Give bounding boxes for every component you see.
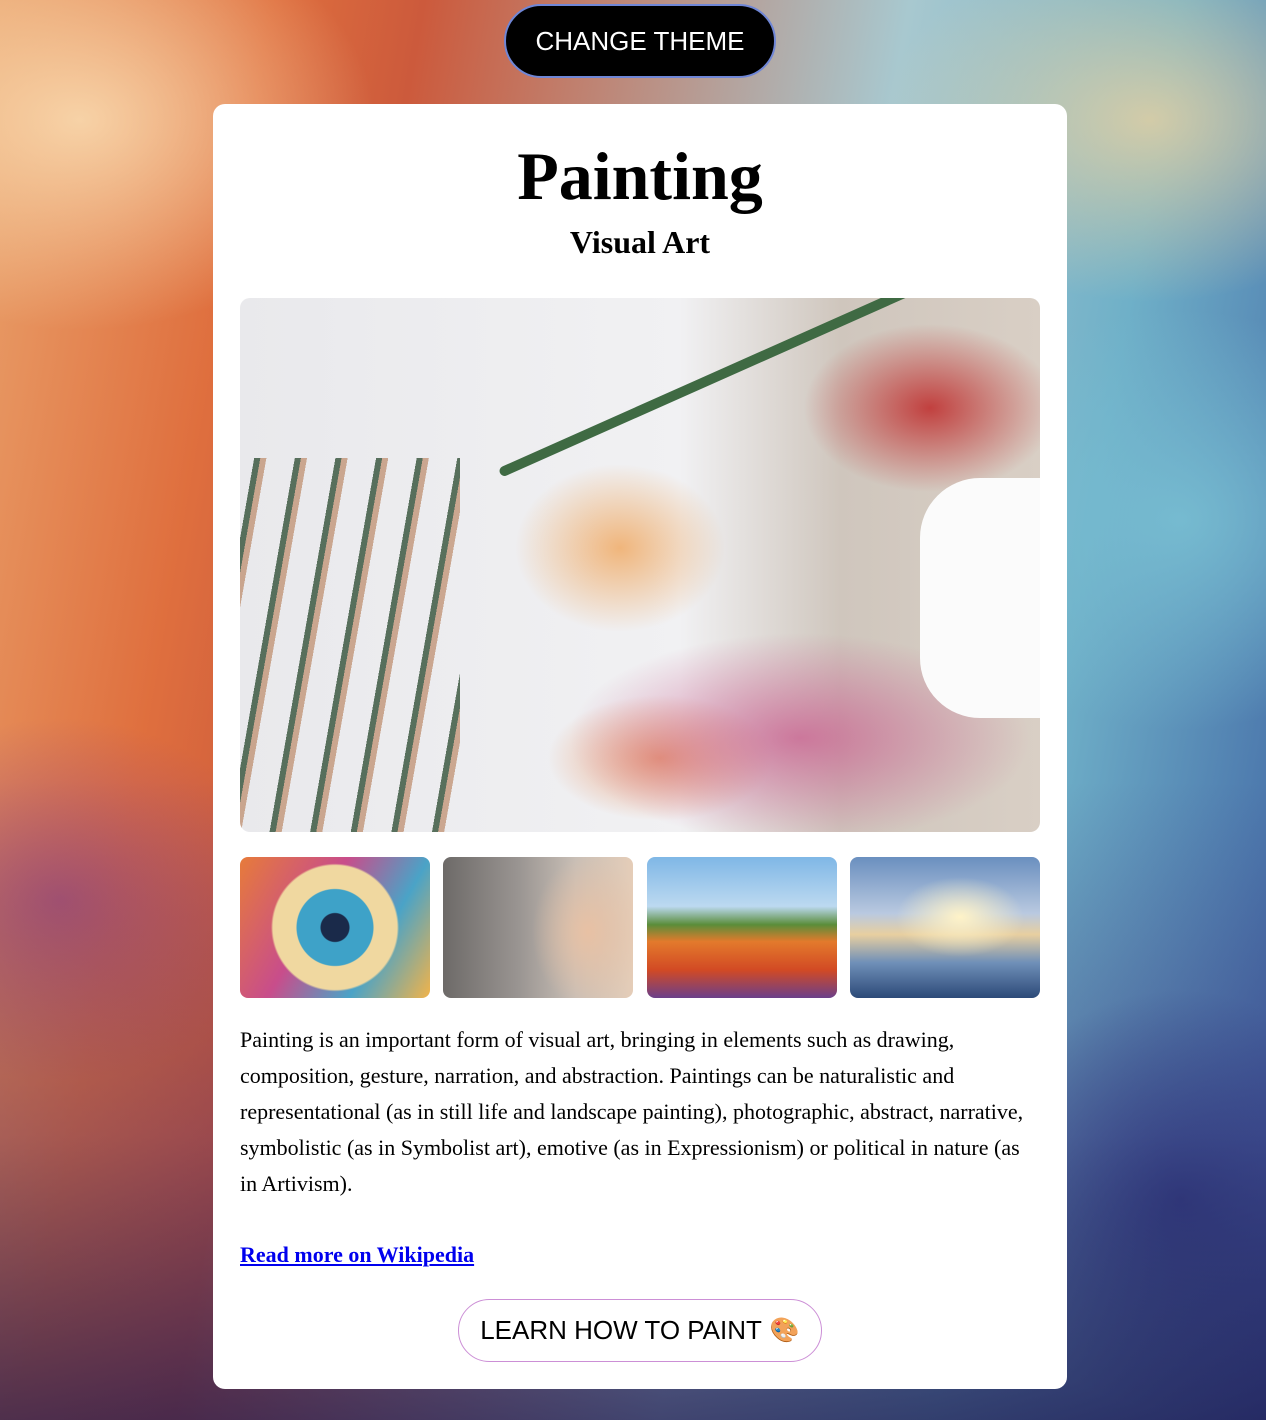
sleeve-shape: [920, 478, 1040, 718]
poppy-field-painting-thumbnail[interactable]: [647, 857, 837, 998]
wikipedia-link[interactable]: Read more on Wikipedia: [240, 1242, 474, 1268]
change-theme-button[interactable]: CHANGE THEME: [504, 4, 776, 78]
learn-button-label: LEARN HOW TO PAINT: [480, 1315, 762, 1345]
eye-painting-thumbnail[interactable]: [240, 857, 430, 998]
hero-image: [240, 298, 1040, 832]
description-text: Painting is an important form of visual …: [240, 1027, 1024, 1196]
painting-card: Painting Visual Art Painting is an impor…: [213, 104, 1067, 1389]
page-subtitle: Visual Art: [569, 224, 711, 260]
learn-how-to-paint-button[interactable]: LEARN HOW TO PAINT 🎨: [458, 1299, 822, 1362]
sailboat-painting-thumbnail[interactable]: [850, 857, 1040, 998]
page-title: Painting: [517, 138, 763, 214]
palette-icon: 🎨: [769, 1317, 800, 1344]
paintbrush-shape: [497, 298, 923, 478]
thumbnail-gallery: [240, 857, 1040, 998]
brushes-shape: [240, 458, 460, 832]
portrait-painting-thumbnail[interactable]: [443, 857, 633, 998]
